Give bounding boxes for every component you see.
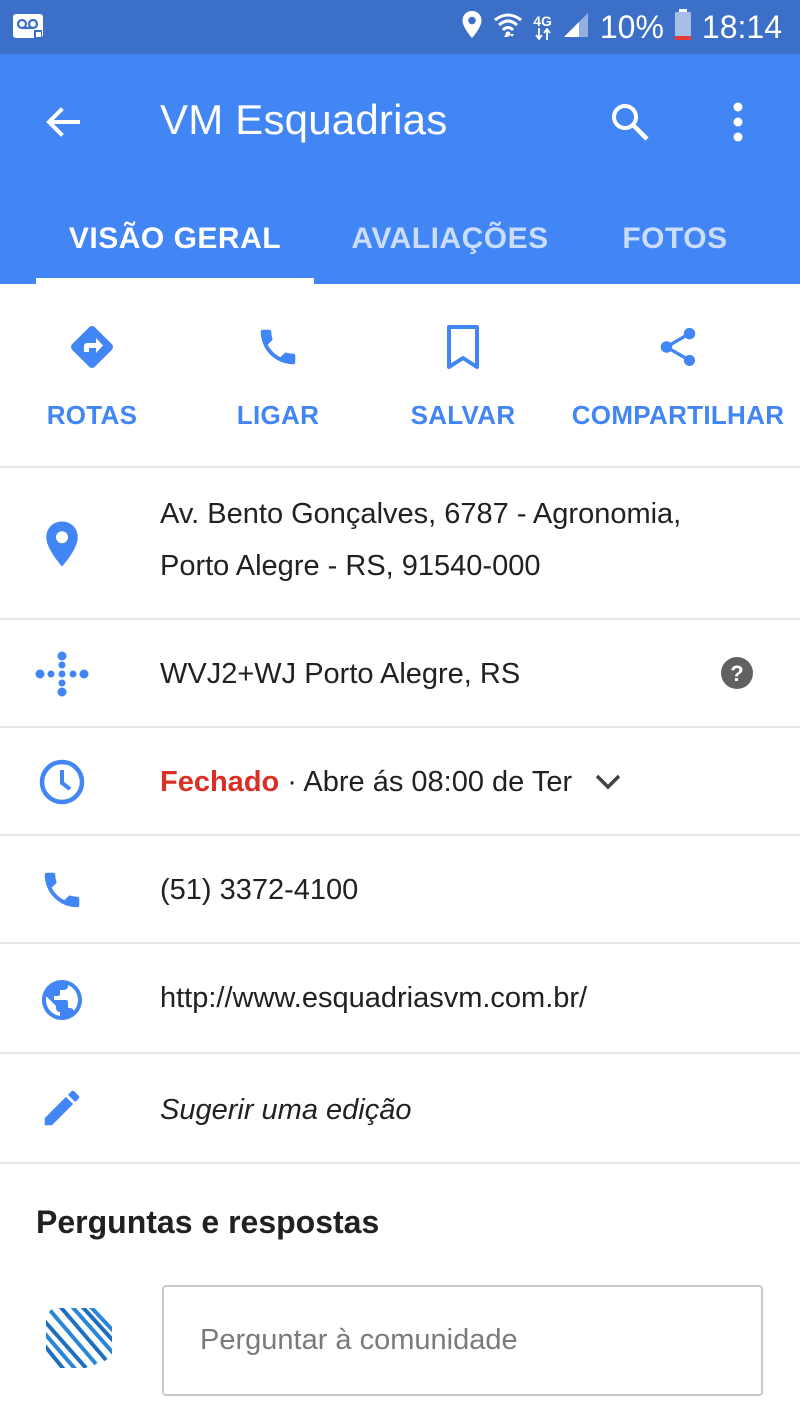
help-icon[interactable]: ?	[720, 656, 754, 690]
clock: 18:14	[701, 8, 782, 45]
website-link[interactable]: http://www.esquadriasvm.com.br/	[160, 972, 587, 1024]
avatar	[40, 1296, 124, 1380]
place-pin-icon	[32, 514, 92, 574]
address-row[interactable]: Av. Bento Gonçalves, 6787 - Agronomia, P…	[0, 468, 800, 620]
phone-number: (51) 3372-4100	[160, 874, 359, 906]
save-button[interactable]: SALVAR	[393, 284, 533, 468]
wifi-icon	[493, 10, 523, 45]
battery-percent: 10%	[599, 8, 664, 45]
ask-community-input[interactable]	[162, 1285, 763, 1396]
plus-code-icon	[32, 644, 92, 704]
battery-icon	[674, 8, 692, 46]
save-label: SALVAR	[410, 400, 516, 430]
address-line-2: Porto Alegre - RS, 91540-000	[160, 550, 541, 582]
directions-label: ROTAS	[46, 400, 138, 430]
bookmark-icon	[443, 322, 483, 372]
page-title: VM Esquadrias	[160, 96, 448, 143]
network-label: 4G	[533, 13, 552, 29]
tab-overview[interactable]: VISÃO GERAL	[36, 194, 314, 284]
plus-code-text: WVJ2+WJ Porto Alegre, RS	[160, 658, 521, 690]
status-bar: 4G 10% 18:14	[0, 0, 800, 54]
search-button[interactable]	[600, 92, 660, 152]
hours-status: Fechado	[160, 766, 280, 798]
hours-row[interactable]: Fechado · Abre ás 08:00 de Ter	[0, 728, 800, 836]
globe-icon	[32, 970, 92, 1030]
share-label: COMPARTILHAR	[571, 400, 785, 430]
more-vert-icon	[733, 102, 743, 142]
website-row[interactable]: http://www.esquadriasvm.com.br/	[0, 944, 800, 1054]
phone-icon	[255, 322, 301, 372]
tab-photos[interactable]: FOTOS	[580, 194, 770, 284]
address-line-1: Av. Bento Gonçalves, 6787 - Agronomia,	[160, 498, 682, 530]
hours-detail: · Abre ás 08:00 de Ter	[279, 766, 573, 798]
suggest-edit-row[interactable]: Sugerir uma edição	[0, 1054, 800, 1164]
action-row: ROTAS LIGAR SALVAR COMPARTILHAR	[0, 284, 800, 468]
network-type: 4G	[533, 14, 552, 40]
qa-section-title: Perguntas e respostas	[36, 1204, 380, 1240]
directions-button[interactable]: ROTAS	[22, 284, 162, 468]
phone-icon	[32, 860, 92, 920]
location-status-icon	[461, 10, 483, 45]
svg-text:?: ?	[730, 661, 743, 686]
chevron-down-icon[interactable]	[594, 773, 622, 791]
tab-bar: VISÃO GERAL AVALIAÇÕES FOTOS	[0, 194, 800, 284]
app-bar: VM Esquadrias VISÃO GERAL AVALIAÇÕES FOT…	[0, 54, 800, 284]
call-button[interactable]: LIGAR	[208, 284, 348, 468]
voicemail-notification-icon	[12, 12, 46, 45]
pencil-icon	[32, 1078, 92, 1138]
call-label: LIGAR	[236, 400, 320, 430]
signal-icon	[562, 11, 590, 44]
suggest-edit-label: Sugerir uma edição	[160, 1094, 412, 1126]
directions-icon	[67, 322, 117, 372]
share-button[interactable]: COMPARTILHAR	[572, 284, 784, 468]
arrow-back-icon	[46, 107, 80, 137]
clock-icon	[32, 752, 92, 812]
more-options-button[interactable]	[712, 92, 764, 152]
share-icon	[655, 322, 701, 372]
tab-reviews[interactable]: AVALIAÇÕES	[320, 194, 580, 284]
back-button[interactable]	[34, 94, 90, 150]
search-icon	[612, 104, 649, 141]
plus-code-row[interactable]: WVJ2+WJ Porto Alegre, RS ?	[0, 620, 800, 728]
phone-row[interactable]: (51) 3372-4100	[0, 836, 800, 944]
